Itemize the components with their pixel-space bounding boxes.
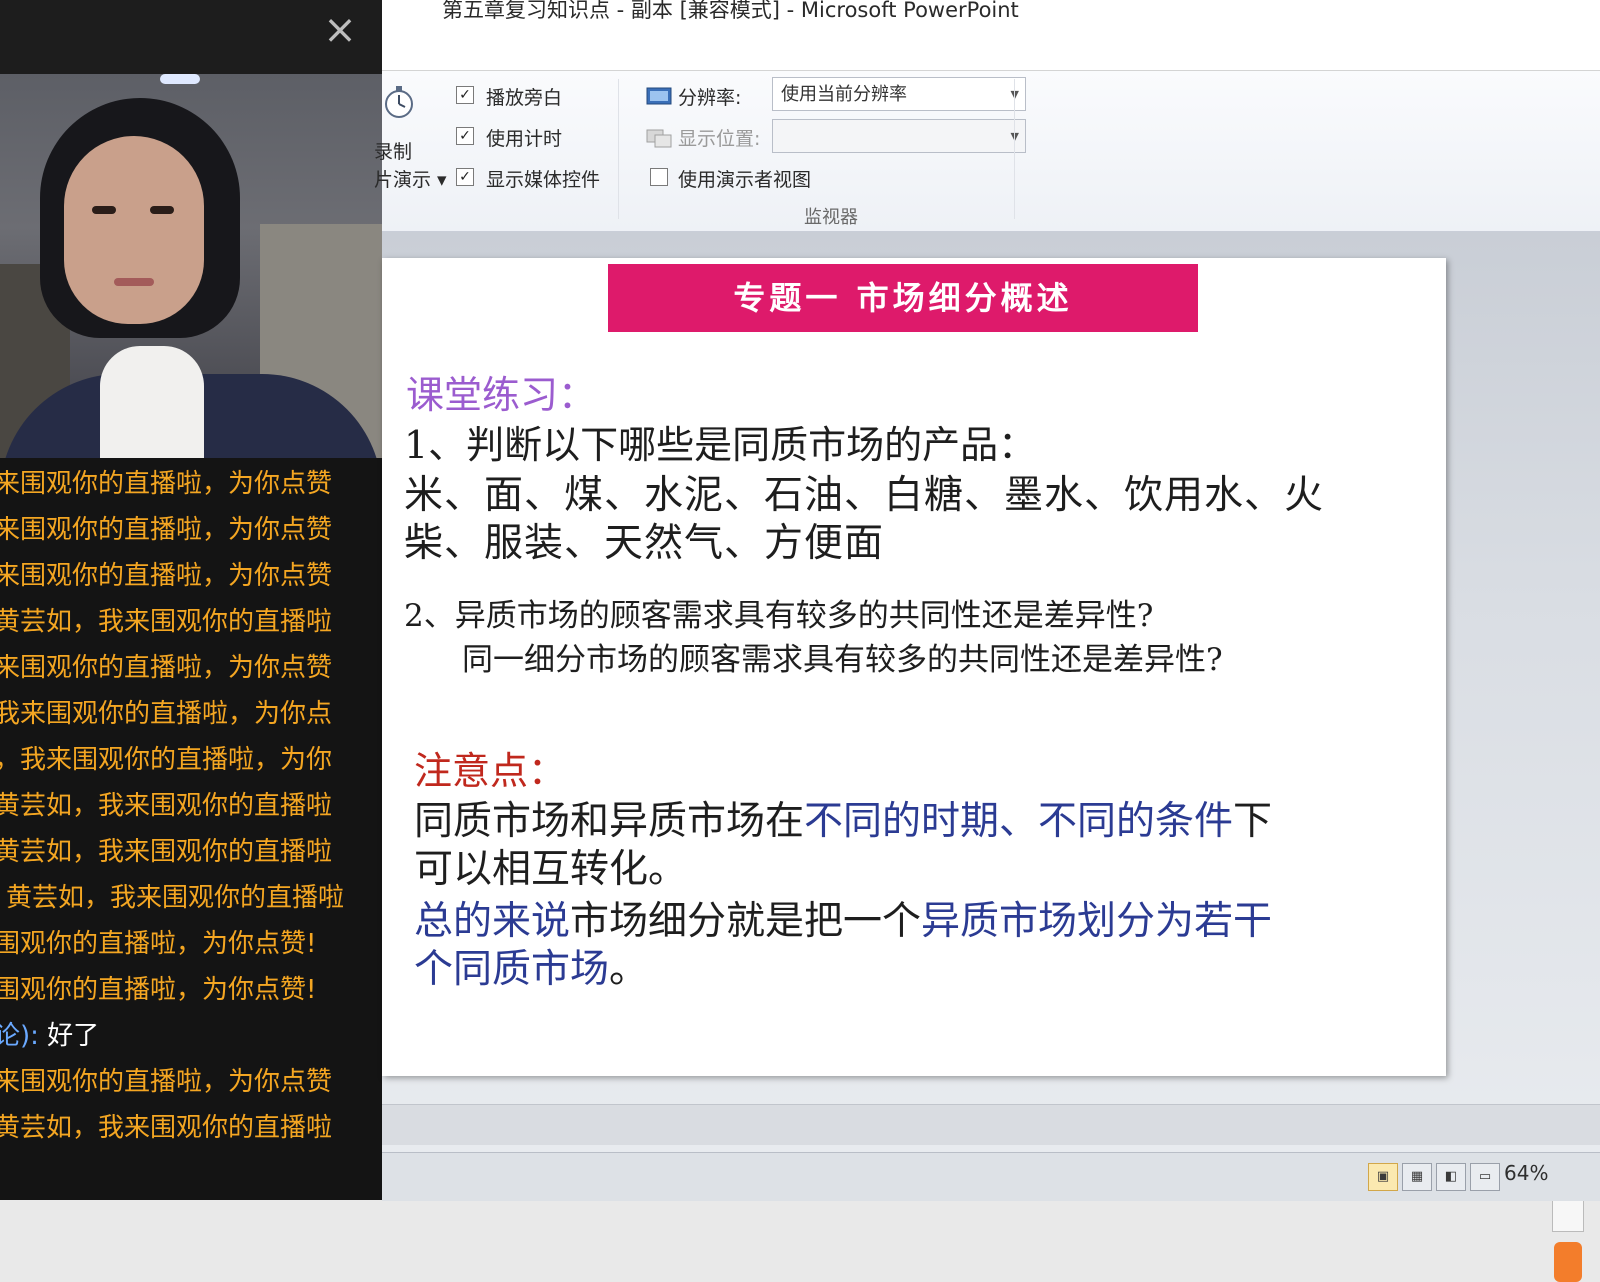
- question-1[interactable]: 1、判断以下哪些是同质市场的产品：: [404, 414, 1036, 469]
- presenter-view-checkbox[interactable]: ✓: [650, 168, 668, 186]
- group-label-monitors: 监视器: [804, 207, 858, 228]
- chat-message: 黄芸如，我来围观你的直播啦: [0, 1113, 333, 1143]
- exercise-heading[interactable]: 课堂练习：: [406, 364, 596, 419]
- note-heading[interactable]: 注意点：: [414, 740, 566, 795]
- slide-editing-area[interactable]: 专题一 市场细分概述 课堂练习： 1、判断以下哪些是同质市场的产品： 米、面、煤…: [382, 232, 1600, 1282]
- presenter-view-label: 使用演示者视图: [678, 169, 812, 191]
- ribbon-separator: [618, 79, 619, 219]
- reading-view-button[interactable]: ◧: [1436, 1163, 1466, 1191]
- chat-message: 论): 好了: [0, 1016, 99, 1056]
- slide-sorter-button[interactable]: ▦: [1402, 1163, 1432, 1191]
- stopwatch-icon[interactable]: [382, 83, 416, 121]
- resolution-label: 分辨率:: [678, 87, 742, 109]
- chat-message: 来围观你的直播啦，为你点赞: [0, 653, 333, 683]
- chat-message: 黄芸如，我来围观你的直播啦: [0, 607, 333, 637]
- question-2-line1[interactable]: 2、异质市场的顾客需求具有较多的共同性还是差异性?: [404, 590, 1153, 635]
- slide[interactable]: 专题一 市场细分概述 课堂练习： 1、判断以下哪些是同质市场的产品： 米、面、煤…: [382, 258, 1446, 1076]
- question-1-items-line2[interactable]: 柴、服装、天然气、方便面: [404, 512, 884, 568]
- window-title: 第五章复习知识点 - 副本 [兼容模式] - Microsoft PowerPo…: [442, 0, 1019, 22]
- ribbon-slideshow-tab: 录制 片演示 ▾ ✓ 播放旁白 ✓ 使用计时 ✓ 显示媒体控件 分辨率: 使用当…: [374, 71, 1600, 232]
- webcam-video: [0, 74, 382, 458]
- question-2-line2[interactable]: 同一细分市场的顾客需求具有较多的共同性还是差异性?: [462, 634, 1223, 679]
- chat-message: ，我来围观你的直播啦，为你: [0, 745, 333, 775]
- chat-text: 好了: [47, 1021, 100, 1051]
- chat-message: 黄芸如，我来围观你的直播啦: [0, 837, 333, 867]
- show-media-controls-label: 显示媒体控件: [486, 169, 601, 191]
- ribbon-separator: [1014, 79, 1015, 219]
- chat-message: 我来围观你的直播啦，为你点: [0, 699, 333, 729]
- chat-message: 黄芸如，我来围观你的直播啦: [0, 791, 333, 821]
- chat-username: 论):: [0, 1021, 39, 1051]
- record-slideshow-dropdown[interactable]: 片演示 ▾: [374, 165, 447, 192]
- monitor-icon: [646, 129, 672, 148]
- chat-message: 来围观你的直播啦，为你点赞: [0, 515, 333, 545]
- play-narration-checkbox[interactable]: ✓: [456, 86, 474, 104]
- note-1-line2[interactable]: 可以相互转化。: [414, 838, 687, 894]
- normal-view-button[interactable]: ▣: [1368, 1163, 1398, 1191]
- title-bar: 第五章复习知识点 - 副本 [兼容模式] - Microsoft PowerPo…: [382, 0, 1600, 71]
- slideshow-button[interactable]: ▭: [1470, 1163, 1500, 1191]
- show-on-select[interactable]: ▼: [772, 119, 1026, 153]
- note-2-line2[interactable]: 个同质市场。: [414, 938, 648, 994]
- chat-message: 来围观你的直播啦，为你点赞: [0, 561, 333, 591]
- live-chat-list: 来围观你的直播啦，为你点赞 来围观你的直播啦，为你点赞 来围观你的直播啦，为你点…: [0, 458, 382, 1200]
- close-icon[interactable]: ×: [318, 8, 362, 52]
- chat-message: 围观你的直播啦，为你点赞!: [0, 975, 317, 1005]
- slide-title[interactable]: 专题一 市场细分概述: [608, 264, 1198, 332]
- play-narration-label: 播放旁白: [486, 87, 563, 109]
- use-timings-checkbox[interactable]: ✓: [456, 127, 474, 145]
- status-bar: ▣ ▦ ◧ ▭ 64%: [382, 1152, 1600, 1201]
- use-timings-label: 使用计时: [486, 128, 563, 150]
- resolution-select[interactable]: 使用当前分辨率 ▼: [772, 77, 1026, 111]
- resolution-value: 使用当前分辨率: [781, 84, 907, 105]
- live-stream-panel: × 来围观你的直播啦，为你点赞 来围观你的直播啦，为你点赞 来围观你的直播啦，为…: [0, 0, 382, 1200]
- live-panel-top-bar: ×: [0, 0, 382, 74]
- record-slideshow-label[interactable]: 录制: [374, 137, 412, 164]
- show-on-label: 显示位置:: [678, 128, 761, 150]
- app-badge-icon: [1554, 1242, 1582, 1282]
- zoom-level[interactable]: 64%: [1504, 1161, 1548, 1185]
- resolution-icon: [646, 87, 672, 105]
- chat-message: 黄芸如，我来围观你的直播啦: [6, 883, 345, 913]
- chat-message: 来围观你的直播啦，为你点赞: [0, 1067, 333, 1097]
- chat-message: 来围观你的直播啦，为你点赞: [0, 469, 333, 499]
- show-media-controls-checkbox[interactable]: ✓: [456, 168, 474, 186]
- notes-pane[interactable]: [382, 1104, 1600, 1145]
- powerpoint-window: 第五章复习知识点 - 副本 [兼容模式] - Microsoft PowerPo…: [374, 0, 1600, 1282]
- chat-message: 围观你的直播啦，为你点赞!: [0, 929, 317, 959]
